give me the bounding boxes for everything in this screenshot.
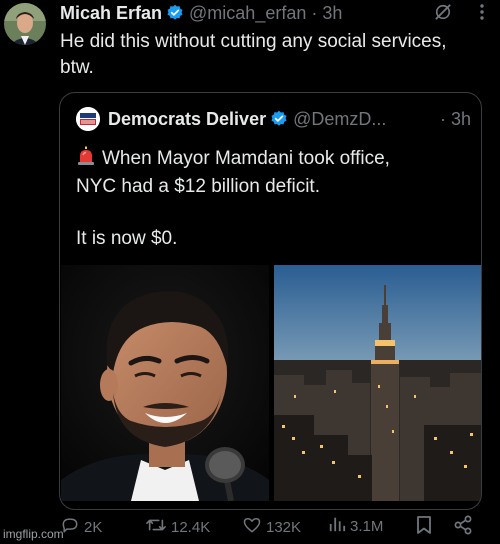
action-bar: 2K 12.4K 132K 3.1M <box>60 515 480 537</box>
reply-button[interactable]: 2K <box>60 515 102 539</box>
quoted-avatar[interactable] <box>76 107 100 131</box>
quoted-line-2: NYC had a $12 billion deficit. <box>76 176 320 197</box>
quoted-post-text: When Mayor Mamdani took office, NYC had … <box>76 146 471 252</box>
author-name[interactable]: Micah Erfan <box>60 3 162 24</box>
siren-icon <box>76 146 96 174</box>
repost-icon <box>145 515 167 539</box>
bookmark-icon <box>415 515 433 539</box>
like-count: 132K <box>266 518 302 536</box>
avatar[interactable] <box>4 3 46 45</box>
repost-count: 12.4K <box>171 518 211 536</box>
quoted-line-1-text: When Mayor Mamdani took office, <box>102 148 390 169</box>
share-icon <box>453 515 473 539</box>
views-button[interactable]: 3.1M <box>328 515 383 537</box>
quoted-author-handle[interactable]: @DemzD... <box>293 109 386 130</box>
like-icon <box>242 515 262 539</box>
share-button[interactable] <box>453 515 473 539</box>
quoted-post-header: Democrats Deliver @DemzD... · 3h <box>76 107 471 131</box>
quoted-author-name[interactable]: Democrats Deliver <box>108 109 266 130</box>
post-header: Micah Erfan @micah_erfan · 3h <box>60 2 485 24</box>
quoted-line-3: It is now $0. <box>76 228 178 249</box>
grok-icon[interactable] <box>433 2 453 27</box>
quoted-post[interactable]: Democrats Deliver @DemzD... · 3h When Ma… <box>59 92 482 510</box>
quoted-line-1: When Mayor Mamdani took office, <box>76 146 471 174</box>
more-icon[interactable] <box>479 3 485 26</box>
verified-badge-icon <box>270 110 288 128</box>
bookmark-button[interactable] <box>415 515 433 539</box>
author-handle[interactable]: @micah_erfan · 3h <box>189 3 342 24</box>
post-text: He did this without cutting any social s… <box>60 31 447 78</box>
views-icon <box>328 515 346 537</box>
skyline-image[interactable] <box>274 265 481 501</box>
watermark: imgflip.com <box>3 527 64 541</box>
portrait-image[interactable] <box>61 265 269 502</box>
repost-button[interactable]: 12.4K <box>145 515 210 539</box>
like-button[interactable]: 132K <box>242 515 301 539</box>
verified-badge-icon <box>166 4 184 22</box>
quoted-post-time[interactable]: · 3h <box>440 109 471 130</box>
view-count: 3.1M <box>350 517 384 535</box>
reply-count: 2K <box>84 518 103 536</box>
